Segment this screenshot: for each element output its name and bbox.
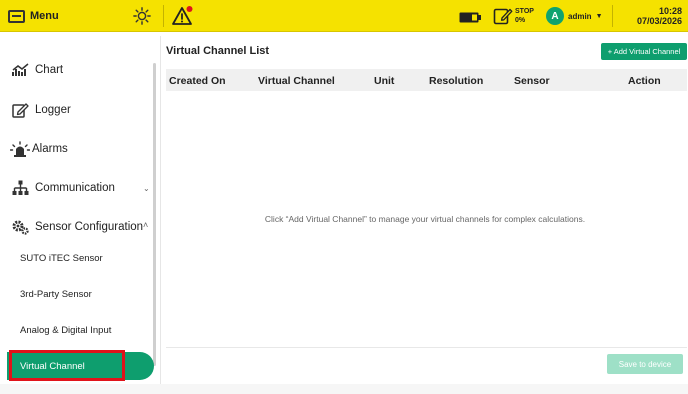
chevron-up-icon: ˄ [143,220,149,230]
sidebar-item-label: Chart [35,64,64,76]
menu-label: Menu [30,10,59,22]
sidebar-subitem-suto-itec-sensor[interactable]: SUTO iTEC Sensor [20,253,103,264]
sidebar-subitem-3rd-party-sensor[interactable]: 3rd-Party Sensor [20,289,92,300]
bottom-edge [0,384,688,394]
column-header-virtual-channel[interactable]: Virtual Channel [258,75,335,87]
main-panel: Virtual Channel List + Add Virtual Chann… [160,36,688,384]
menu-button[interactable]: Menu [8,6,59,26]
gears-icon [12,220,29,235]
sidebar-scrollbar[interactable] [153,63,156,366]
chart-icon [12,63,29,76]
sidebar-item-label: Virtual Channel [20,361,85,372]
column-header-created-on[interactable]: Created On [169,75,226,87]
column-header-action: Action [628,75,661,87]
alert-warning-icon[interactable] [172,5,194,27]
clock-time: 10:28 [658,6,682,16]
divider [612,5,613,27]
sidebar-item-logger[interactable]: Logger [12,102,71,118]
save-to-device-button[interactable]: Save to device [607,354,683,374]
chevron-down-icon: ⌄ [143,184,150,193]
divider [166,347,687,348]
sidebar-item-label: Alarms [32,143,68,155]
stop-status: STOP 0% [515,7,534,25]
stop-value: 0% [515,17,526,24]
record-stop-icon[interactable] [493,6,513,26]
sidebar-subitem-analog-digital-input[interactable]: Analog & Digital Input [20,325,111,336]
divider [163,5,164,27]
brightness-icon[interactable] [133,7,151,25]
stop-label: STOP [515,8,534,15]
caret-down-icon: ▼ [595,12,603,20]
sidebar-item-communication[interactable]: Communication [12,180,115,196]
clock: 10:28 07/03/2026 [637,6,682,27]
sidebar-item-label: Logger [35,104,71,116]
network-icon [12,180,29,195]
empty-state-message: Click “Add Virtual Channel” to manage yo… [264,214,586,224]
page-title: Virtual Channel List [166,45,270,57]
sidebar-item-label: Sensor Configuration [35,221,144,233]
sidebar-item-sensor-configuration[interactable]: Sensor Configuration [12,219,143,235]
username: admin [568,11,592,21]
alarm-siren-icon [10,141,30,157]
top-bar: Menu STOP 0% A admin ▼ 10:28 07/03/2026 [0,0,688,32]
sidebar-item-label: Communication [35,182,115,194]
sidebar-subitem-virtual-channel[interactable]: Virtual Channel [7,352,154,380]
hamburger-icon [8,9,25,23]
avatar: A [546,7,564,25]
column-header-resolution[interactable]: Resolution [429,75,483,87]
add-virtual-channel-button[interactable]: + Add Virtual Channel [601,43,687,60]
clock-date: 07/03/2026 [636,16,682,26]
table-header: Created On Virtual Channel Unit Resoluti… [166,69,687,91]
sidebar-item-alarms[interactable]: Alarms [10,141,68,157]
column-header-sensor[interactable]: Sensor [514,75,550,87]
column-header-unit[interactable]: Unit [374,75,394,87]
user-menu[interactable]: A admin ▼ [546,7,603,25]
battery-icon [459,12,481,23]
sidebar-item-chart[interactable]: Chart [12,63,63,77]
sidebar: Chart Logger Alarms Communication ⌄ Sens… [0,33,158,394]
edit-note-icon [12,103,29,118]
